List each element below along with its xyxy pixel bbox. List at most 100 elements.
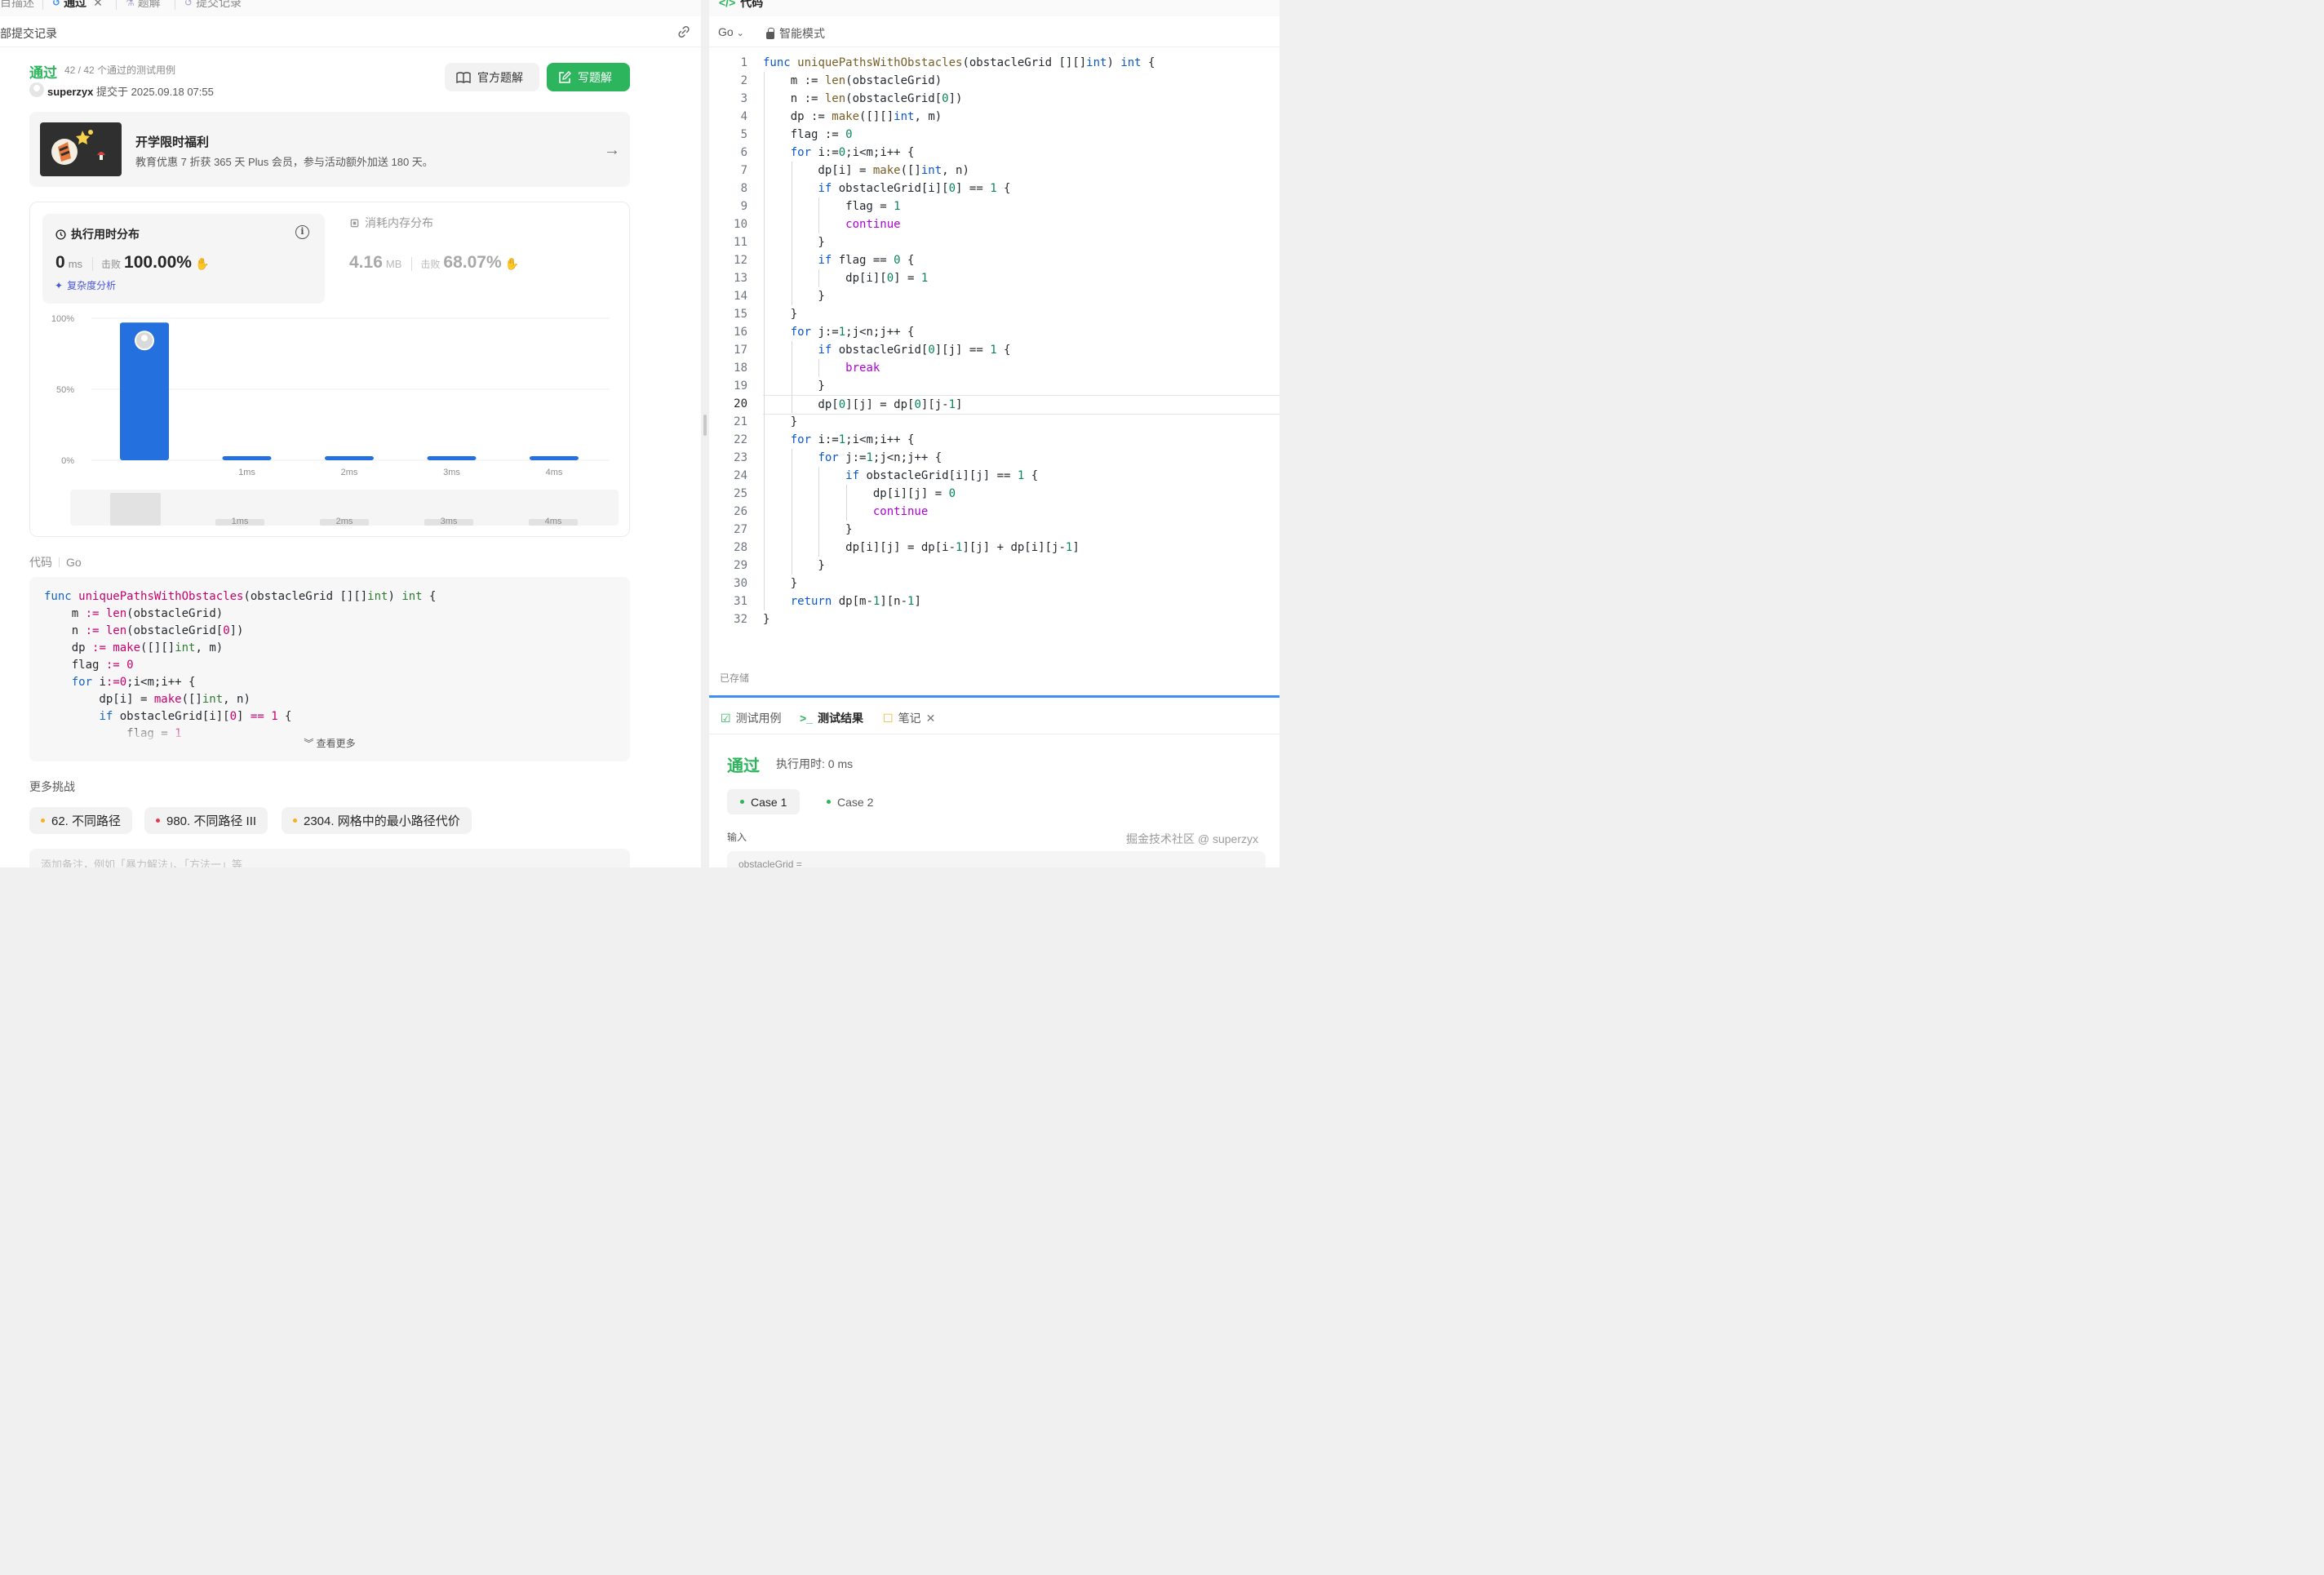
line-number: 15 xyxy=(734,308,747,321)
editor-line[interactable]: 14 } xyxy=(709,287,1280,305)
editor-line[interactable]: 28 dp[i][j] = dp[i-1][j] + dp[i][j-1] xyxy=(709,539,1280,557)
editor-line[interactable]: 5 flag := 0 xyxy=(709,126,1280,144)
memory-unit: MB xyxy=(385,258,402,270)
case-label: Case 2 xyxy=(837,795,874,809)
code-section-language: Go xyxy=(66,556,82,569)
line-code: if obstacleGrid[0][j] == 1 { xyxy=(818,344,1011,357)
see-more-button[interactable]: ︾ 查看更多 xyxy=(29,736,630,750)
editor-line[interactable]: 25 dp[i][j] = 0 xyxy=(709,485,1280,503)
editor-line[interactable]: 7 dp[i] = make([]int, n) xyxy=(709,162,1280,180)
editor-line[interactable]: 19 } xyxy=(709,377,1280,395)
x-tick-label: 1ms xyxy=(238,468,255,477)
indent-guide xyxy=(818,359,820,377)
close-icon[interactable]: ✕ xyxy=(93,0,103,10)
indent-guide xyxy=(818,467,820,557)
bar xyxy=(427,456,477,460)
code-editor[interactable]: 1 func uniquePathsWithObstacles(obstacleG… xyxy=(709,54,1280,630)
editor-line[interactable]: 27 } xyxy=(709,521,1280,539)
line-number: 4 xyxy=(740,110,747,123)
tab-test-result-label: 测试结果 xyxy=(817,712,863,725)
tab-solutions[interactable]: ⚗ 题解 xyxy=(126,0,161,11)
tab-submissions[interactable]: ↺ 提交记录 xyxy=(184,0,242,11)
editor-line[interactable]: 21 } xyxy=(709,413,1280,431)
editor-line[interactable]: 22 for i:=1;i<m;i++ { xyxy=(709,431,1280,449)
line-code: for i:=1;i<m;i++ { xyxy=(790,433,915,446)
line-number: 16 xyxy=(734,326,747,339)
editor-line[interactable]: 17 if obstacleGrid[0][j] == 1 { xyxy=(709,341,1280,359)
username[interactable]: superzyx xyxy=(47,86,93,98)
language-select[interactable]: Go ⌄ xyxy=(718,25,744,38)
memory-header[interactable]: 消耗内存分布 xyxy=(349,215,433,231)
editor-line[interactable]: 2 m := len(obstacleGrid) xyxy=(709,72,1280,90)
tab-notes[interactable]: ☐ 笔记 ✕ xyxy=(883,710,935,726)
editor-line[interactable]: 24 if obstacleGrid[i][j] == 1 { xyxy=(709,467,1280,485)
arrow-right-icon[interactable]: → xyxy=(604,141,620,160)
notes-input[interactable]: 添加备注，例如「暴力解法」、「方法一」等 xyxy=(29,849,630,867)
promo-banner[interactable]: 开学限时福利 教育优惠 7 折获 365 天 Plus 会员，参与活动额外加送 … xyxy=(29,112,630,187)
runtime-distribution-chart[interactable]: 100% 50% 0% 1ms 2ms 3ms 4ms 1ms 2ms 3ms 4ms xyxy=(30,308,629,537)
checkbox-icon: ☑ xyxy=(721,711,731,725)
line-code: } xyxy=(763,577,798,590)
avatar[interactable] xyxy=(29,82,44,97)
case-tab[interactable]: Case 1 xyxy=(727,789,801,814)
write-solution-button[interactable]: 写题解 xyxy=(547,63,630,91)
line-code: } xyxy=(763,523,853,536)
editor-line[interactable]: 11 } xyxy=(709,233,1280,251)
editor-line[interactable]: 1 func uniquePathsWithObstacles(obstacleG… xyxy=(709,54,1280,72)
navigator-bar xyxy=(110,493,161,526)
editor-line[interactable]: 8 if obstacleGrid[i][0] == 1 { xyxy=(709,180,1280,197)
submitted-time: 2025.09.18 07:55 xyxy=(131,86,214,98)
link-icon[interactable] xyxy=(676,24,691,39)
editor-line[interactable]: 10 continue xyxy=(709,215,1280,233)
tab-code[interactable]: </> 代码 xyxy=(719,0,763,11)
editor-line[interactable]: 3 n := len(obstacleGrid[0]) xyxy=(709,90,1280,108)
challenge-chip[interactable]: 980. 不同路径 III xyxy=(144,807,268,834)
runtime-value: 0 ms 击败 100.00% ✋ xyxy=(55,253,209,273)
editor-line[interactable]: 4 dp := make([][]int, m) xyxy=(709,108,1280,126)
editor-line[interactable]: 20 dp[0][j] = dp[0][j-1] xyxy=(709,395,1280,415)
input-value: obstacleGrid = xyxy=(727,851,1266,867)
editor-line[interactable]: 32} xyxy=(709,610,1280,628)
editor-line[interactable]: 9 flag = 1 xyxy=(709,197,1280,215)
see-more-label: 查看更多 xyxy=(316,738,356,749)
editor-line[interactable]: 6 for i:=0;i<m;i++ { xyxy=(709,144,1280,162)
smart-mode-toggle[interactable]: 智能模式 xyxy=(766,25,825,42)
promo-image xyxy=(40,122,122,176)
line-number: 30 xyxy=(734,577,747,590)
chevron-down-icon: ︾ xyxy=(304,738,314,749)
tab-test-result[interactable]: >_ 测试结果 xyxy=(800,710,863,726)
y-tick-label: 0% xyxy=(61,456,74,466)
tab-testcases[interactable]: ☑ 测试用例 xyxy=(721,710,782,726)
runtime-beat-label: 击败 xyxy=(92,257,121,271)
memory-label: 消耗内存分布 xyxy=(365,216,433,229)
editor-line[interactable]: 26 continue xyxy=(709,503,1280,521)
case-tab[interactable]: Case 2 xyxy=(814,789,886,814)
editor-line[interactable]: 15 } xyxy=(709,305,1280,323)
editor-line[interactable]: 12 if flag == 0 { xyxy=(709,251,1280,269)
challenge-chip[interactable]: 2304. 网格中的最小路径代价 xyxy=(282,807,472,834)
submission-title: 部提交记录 xyxy=(0,27,57,40)
official-solution-button[interactable]: 官方题解 xyxy=(445,63,539,91)
runtime-header: 执行用时分布 xyxy=(55,226,140,242)
line-number: 22 xyxy=(734,433,747,446)
tab-accepted[interactable]: ↺ 通过 ✕ xyxy=(52,0,103,11)
info-icon[interactable]: i xyxy=(295,225,309,239)
complexity-analysis-link[interactable]: ✦ 复杂度分析 xyxy=(55,278,116,292)
line-code: flag := 0 xyxy=(763,128,853,141)
line-code: dp[0][j] = dp[0][j-1] xyxy=(763,395,1280,415)
runtime-number: 0 xyxy=(55,253,65,272)
tab-description[interactable]: 目描述 xyxy=(0,0,34,11)
line-number: 9 xyxy=(740,200,747,213)
pane-resize-handle[interactable] xyxy=(703,415,707,436)
close-icon[interactable]: ✕ xyxy=(926,712,936,725)
editor-line[interactable]: 30 } xyxy=(709,575,1280,592)
editor-line[interactable]: 23 for j:=1;j<n;j++ { xyxy=(709,449,1280,467)
editor-line[interactable]: 31 return dp[m-1][n-1] xyxy=(709,592,1280,610)
challenge-chip[interactable]: 62. 不同路径 xyxy=(29,807,133,834)
editor-line[interactable]: 29 } xyxy=(709,557,1280,575)
line-code: dp[i] = make([]int, n) xyxy=(763,164,969,177)
editor-line[interactable]: 16 for j:=1;j<n;j++ { xyxy=(709,323,1280,341)
line-number: 14 xyxy=(734,290,747,303)
editor-line[interactable]: 13 dp[i][0] = 1 xyxy=(709,269,1280,287)
editor-line[interactable]: 18 break xyxy=(709,359,1280,377)
